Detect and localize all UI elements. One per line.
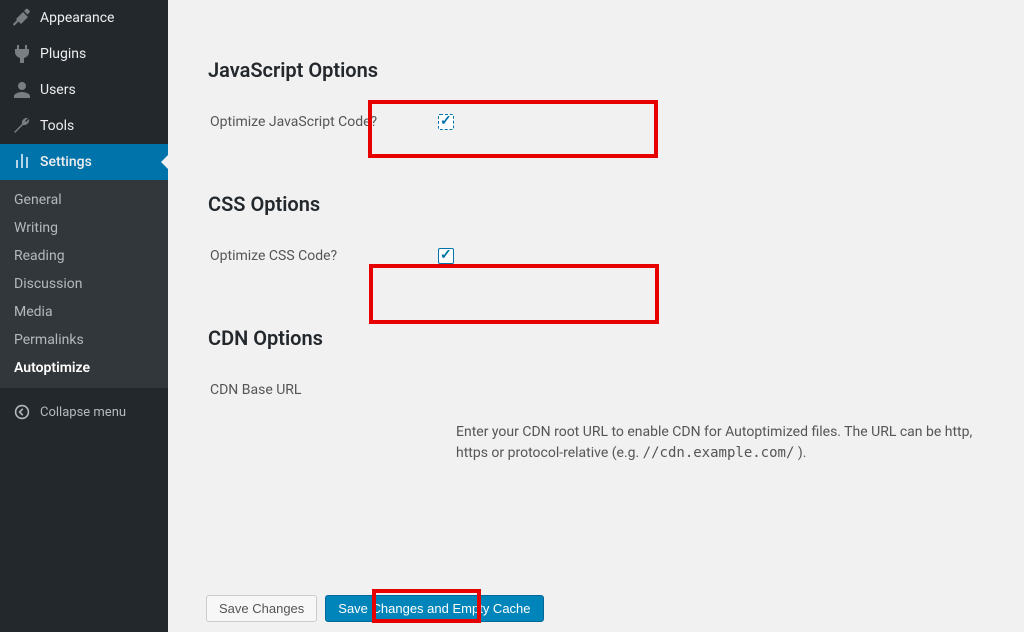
users-icon xyxy=(12,80,32,100)
sidebar-item-tools[interactable]: Tools xyxy=(0,108,168,144)
js-section-title: JavaScript Options xyxy=(208,58,994,82)
save-empty-cache-button[interactable]: Save Changes and Empty Cache xyxy=(325,595,543,622)
sidebar-item-label: Appearance xyxy=(40,10,114,26)
sidebar-item-label: Settings xyxy=(40,154,92,170)
cdn-desc-example: //cdn.example.com/ xyxy=(643,445,795,461)
optimize-js-row: Optimize JavaScript Code? xyxy=(198,100,994,144)
cdn-base-url-row: CDN Base URL xyxy=(198,368,994,398)
submenu-item-permalinks[interactable]: Permalinks xyxy=(0,326,168,354)
submenu-item-reading[interactable]: Reading xyxy=(0,242,168,270)
cdn-section-title: CDN Options xyxy=(208,326,994,350)
tools-icon xyxy=(12,116,32,136)
collapse-menu[interactable]: Collapse menu xyxy=(0,392,168,432)
submenu-item-writing[interactable]: Writing xyxy=(0,214,168,242)
sidebar-item-label: Users xyxy=(40,82,76,98)
admin-sidebar: Appearance Plugins Users Tools Settings … xyxy=(0,0,168,632)
save-changes-button[interactable]: Save Changes xyxy=(206,595,317,622)
sidebar-item-users[interactable]: Users xyxy=(0,72,168,108)
css-section-title: CSS Options xyxy=(208,192,994,216)
collapse-label: Collapse menu xyxy=(40,405,126,420)
cdn-desc-suffix: ). xyxy=(794,445,806,461)
action-buttons: Save Changes Save Changes and Empty Cach… xyxy=(206,595,544,622)
plugins-icon xyxy=(12,44,32,64)
appearance-icon xyxy=(12,8,32,28)
submenu-item-discussion[interactable]: Discussion xyxy=(0,270,168,298)
optimize-css-checkbox[interactable] xyxy=(438,248,454,264)
cdn-description: Enter your CDN root URL to enable CDN fo… xyxy=(456,422,994,464)
cdn-base-url-label: CDN Base URL xyxy=(198,382,438,398)
collapse-icon xyxy=(12,402,32,422)
sidebar-item-label: Tools xyxy=(40,118,74,134)
optimize-css-checkbox-wrap xyxy=(438,248,454,264)
settings-submenu: General Writing Reading Discussion Media… xyxy=(0,180,168,388)
submenu-item-media[interactable]: Media xyxy=(0,298,168,326)
sidebar-item-plugins[interactable]: Plugins xyxy=(0,36,168,72)
sidebar-item-appearance[interactable]: Appearance xyxy=(0,0,168,36)
main-content: JavaScript Options Optimize JavaScript C… xyxy=(168,0,1024,632)
settings-icon xyxy=(12,152,32,172)
optimize-js-checkbox-wrap xyxy=(438,114,454,130)
sidebar-item-label: Plugins xyxy=(40,46,86,62)
sidebar-item-settings[interactable]: Settings xyxy=(0,144,168,180)
optimize-js-label: Optimize JavaScript Code? xyxy=(198,114,438,130)
submenu-item-autoptimize[interactable]: Autoptimize xyxy=(0,354,168,382)
optimize-css-row: Optimize CSS Code? xyxy=(198,234,994,278)
optimize-js-checkbox[interactable] xyxy=(438,114,454,130)
submenu-item-general[interactable]: General xyxy=(0,186,168,214)
optimize-css-label: Optimize CSS Code? xyxy=(198,248,438,264)
